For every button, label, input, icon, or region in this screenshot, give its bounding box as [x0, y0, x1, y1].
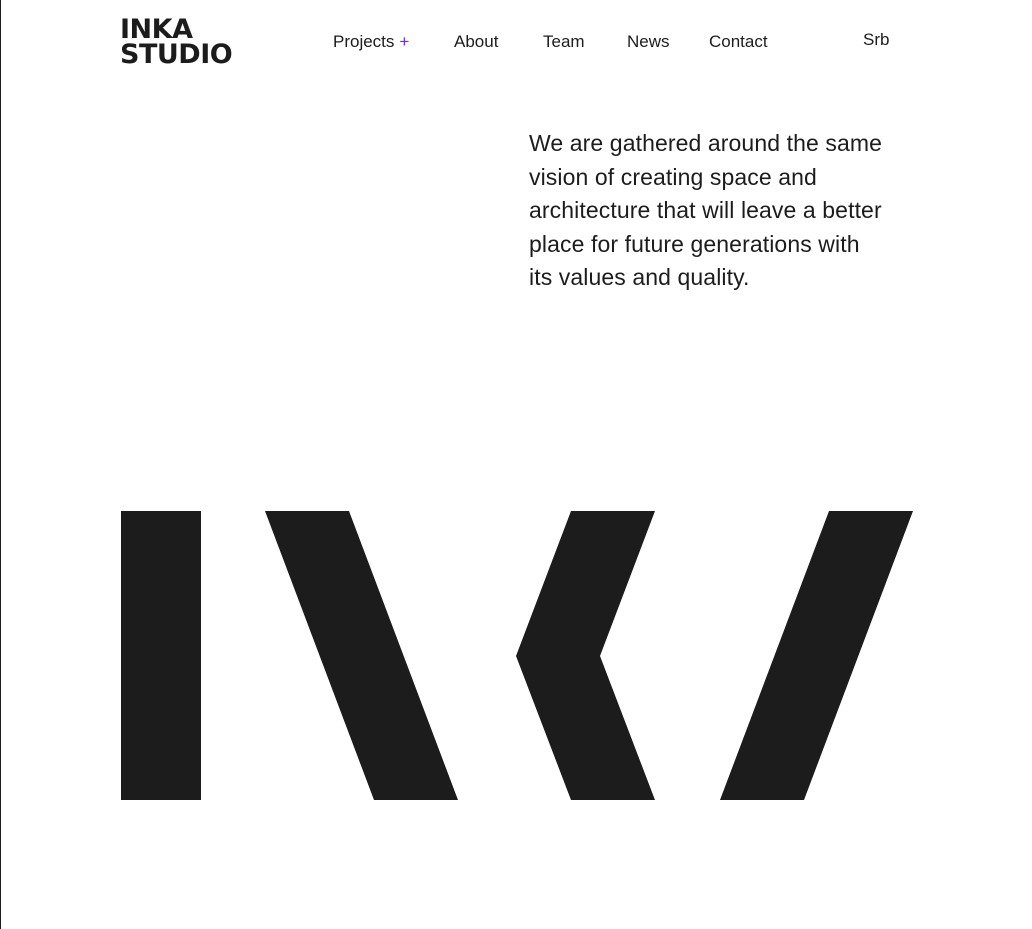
mark-vertical-bar — [121, 511, 201, 800]
mark-chevron — [516, 511, 655, 800]
inka-graphic-mark — [121, 511, 913, 800]
mark-forward-slash — [720, 511, 913, 800]
mark-back-slash — [265, 511, 458, 800]
